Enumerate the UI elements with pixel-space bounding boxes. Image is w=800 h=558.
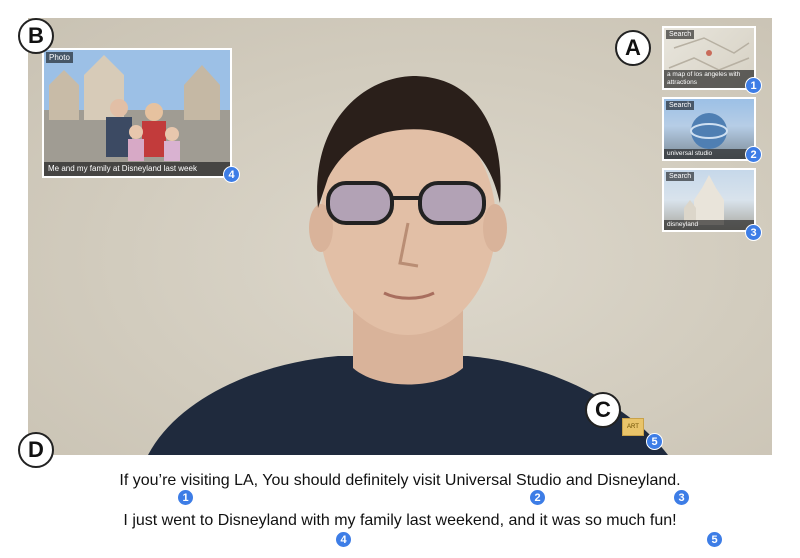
photo-badge: 4 <box>223 166 240 183</box>
card-badge-3: 3 <box>745 224 762 241</box>
caption-badge-5: 5 <box>706 531 723 548</box>
search-card-disneyland[interactable]: Search disneyland <box>662 168 756 232</box>
shared-photo[interactable]: Photo Me and my family at Disneyland las… <box>42 48 232 178</box>
label-b: B <box>18 18 54 54</box>
card-badge-2: 2 <box>745 146 762 163</box>
photo-caption: Me and my family at Disneyland last week <box>44 162 230 176</box>
card-caption: universal studio <box>664 149 754 159</box>
caption-badge-2: 2 <box>529 489 546 506</box>
caption-badge-3: 3 <box>673 489 690 506</box>
label-d: D <box>18 432 54 468</box>
card-tag: Search <box>666 101 695 110</box>
family-photo-image <box>44 50 230 176</box>
card-badge-1: 1 <box>745 77 762 94</box>
search-card-universal[interactable]: Search universal studio <box>662 97 756 161</box>
label-c: C <box>585 392 621 428</box>
card-caption: disneyland <box>664 220 754 230</box>
caption-badge-1: 1 <box>177 489 194 506</box>
label-a: A <box>615 30 651 66</box>
caption-line-1: If you’re visiting LA, You should defini… <box>119 472 681 489</box>
mini-card-badge: 5 <box>646 433 663 450</box>
card-tag: Search <box>666 172 695 181</box>
card-tag: Search <box>666 30 695 39</box>
mini-card[interactable]: ART <box>622 418 644 436</box>
search-card-map[interactable]: Search a map of los angeles with attract… <box>662 26 756 90</box>
caption-line-2: I just went to Disneyland with my family… <box>123 512 677 529</box>
caption-badge-4: 4 <box>335 531 352 548</box>
card-caption: a map of los angeles with attractions <box>664 70 754 88</box>
photo-tag: Photo <box>46 52 73 63</box>
